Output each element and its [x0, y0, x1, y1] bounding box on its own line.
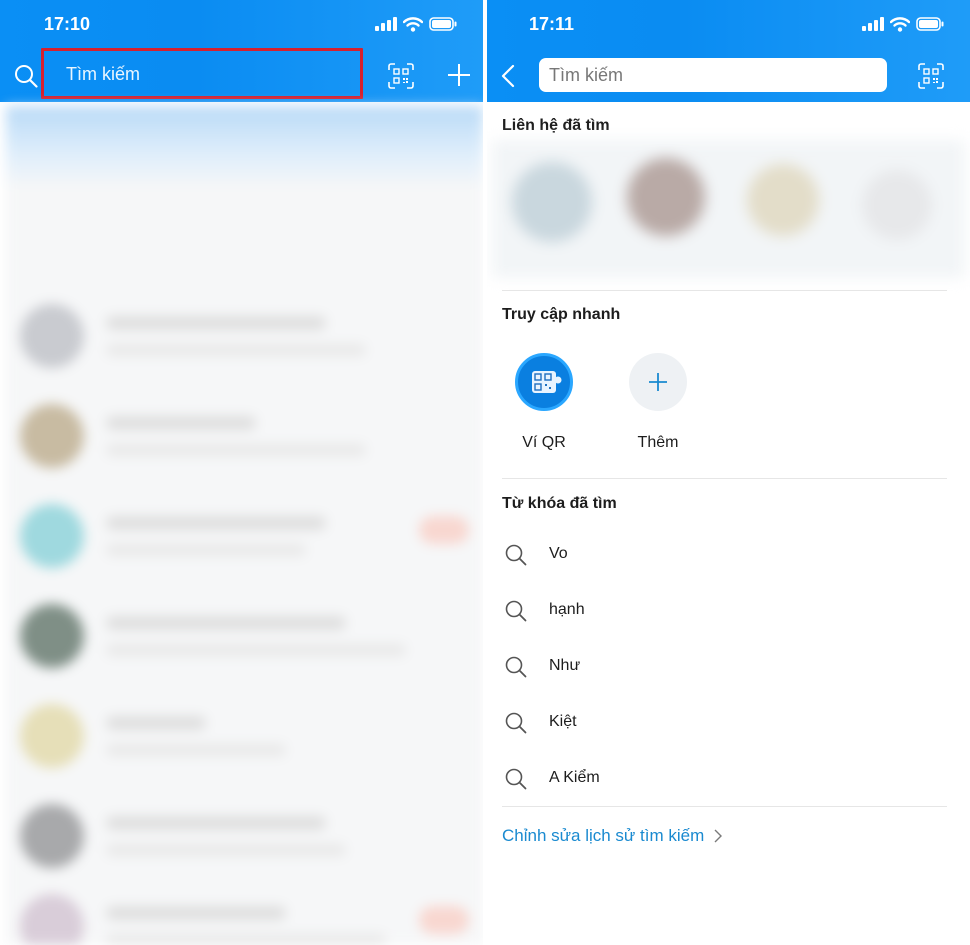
back-icon[interactable]: [501, 64, 515, 88]
recent-keywords-title: Từ khóa đã tìm: [502, 495, 617, 512]
divider: [502, 478, 947, 479]
quick-access-add[interactable]: Thêm: [608, 350, 708, 460]
search-icon: [505, 544, 527, 566]
search-icon: [505, 768, 527, 790]
status-icons: [862, 15, 944, 33]
recent-contacts-title: Liên hệ đã tìm: [502, 117, 610, 134]
list-item: [6, 876, 483, 945]
qr-scan-icon[interactable]: [388, 63, 414, 89]
signal-icon: [862, 17, 884, 31]
header-bar: 17:10 Tìm kiếm: [0, 0, 483, 102]
keyword-item[interactable]: hạnh: [502, 596, 947, 626]
keyword-item[interactable]: Vo: [502, 540, 947, 570]
quick-access-qr-wallet[interactable]: Ví QR: [494, 350, 594, 460]
qr-scan-icon[interactable]: [918, 63, 944, 89]
edit-search-history-label: Chỉnh sửa lịch sử tìm kiếm: [502, 826, 705, 845]
blurred-chat-list: [6, 106, 483, 945]
battery-icon: [429, 17, 457, 31]
keyword-label: A Kiểm: [549, 769, 600, 786]
status-icons: [375, 15, 457, 33]
search-icon: [505, 600, 527, 622]
plus-icon: [629, 353, 687, 411]
search-input[interactable]: Tìm kiếm: [539, 58, 887, 92]
wifi-icon: [890, 16, 910, 32]
keyword-item[interactable]: Kiệt: [502, 708, 947, 738]
status-time: 17:11: [529, 14, 575, 34]
keyword-item[interactable]: Như: [502, 652, 947, 682]
search-icon: [505, 656, 527, 678]
keyword-label: hạnh: [549, 601, 585, 618]
keyword-label: Kiệt: [549, 713, 577, 730]
divider: [502, 290, 947, 291]
list-item: [6, 286, 483, 386]
status-time: 17:10: [44, 14, 91, 34]
quick-access-title: Truy cập nhanh: [502, 306, 621, 323]
keyword-item[interactable]: A Kiểm: [502, 764, 947, 794]
search-screen: 17:11 Tìm kiếm Liên hệ đã tìm Truy cập n…: [487, 0, 970, 945]
chevron-right-icon: [714, 829, 723, 843]
quick-access-label: Thêm: [637, 434, 679, 451]
keyword-label: Vo: [549, 545, 568, 562]
search-icon: [505, 712, 527, 734]
list-item: [6, 786, 483, 886]
list-item: [6, 586, 483, 686]
list-item: [6, 486, 483, 586]
wifi-icon: [403, 16, 423, 32]
list-item: [6, 386, 483, 486]
search-bar-placeholder[interactable]: Tìm kiếm: [66, 64, 140, 85]
blurred-banner: [6, 106, 483, 186]
signal-icon: [375, 17, 397, 31]
header-bar: 17:11 Tìm kiếm: [487, 0, 970, 102]
search-icon[interactable]: [14, 64, 38, 88]
edit-search-history-link[interactable]: Chỉnh sửa lịch sử tìm kiếm: [502, 826, 723, 846]
add-icon[interactable]: [447, 63, 471, 87]
home-screen: 17:10 Tìm kiếm: [0, 0, 483, 945]
qr-wallet-icon: [515, 353, 573, 411]
divider: [502, 806, 947, 807]
quick-access-label: Ví QR: [522, 434, 566, 451]
search-input-placeholder: Tìm kiếm: [549, 65, 623, 85]
keyword-label: Như: [549, 657, 581, 674]
battery-icon: [916, 17, 944, 31]
blurred-recent-contacts[interactable]: [492, 140, 965, 278]
list-item: [6, 686, 483, 786]
